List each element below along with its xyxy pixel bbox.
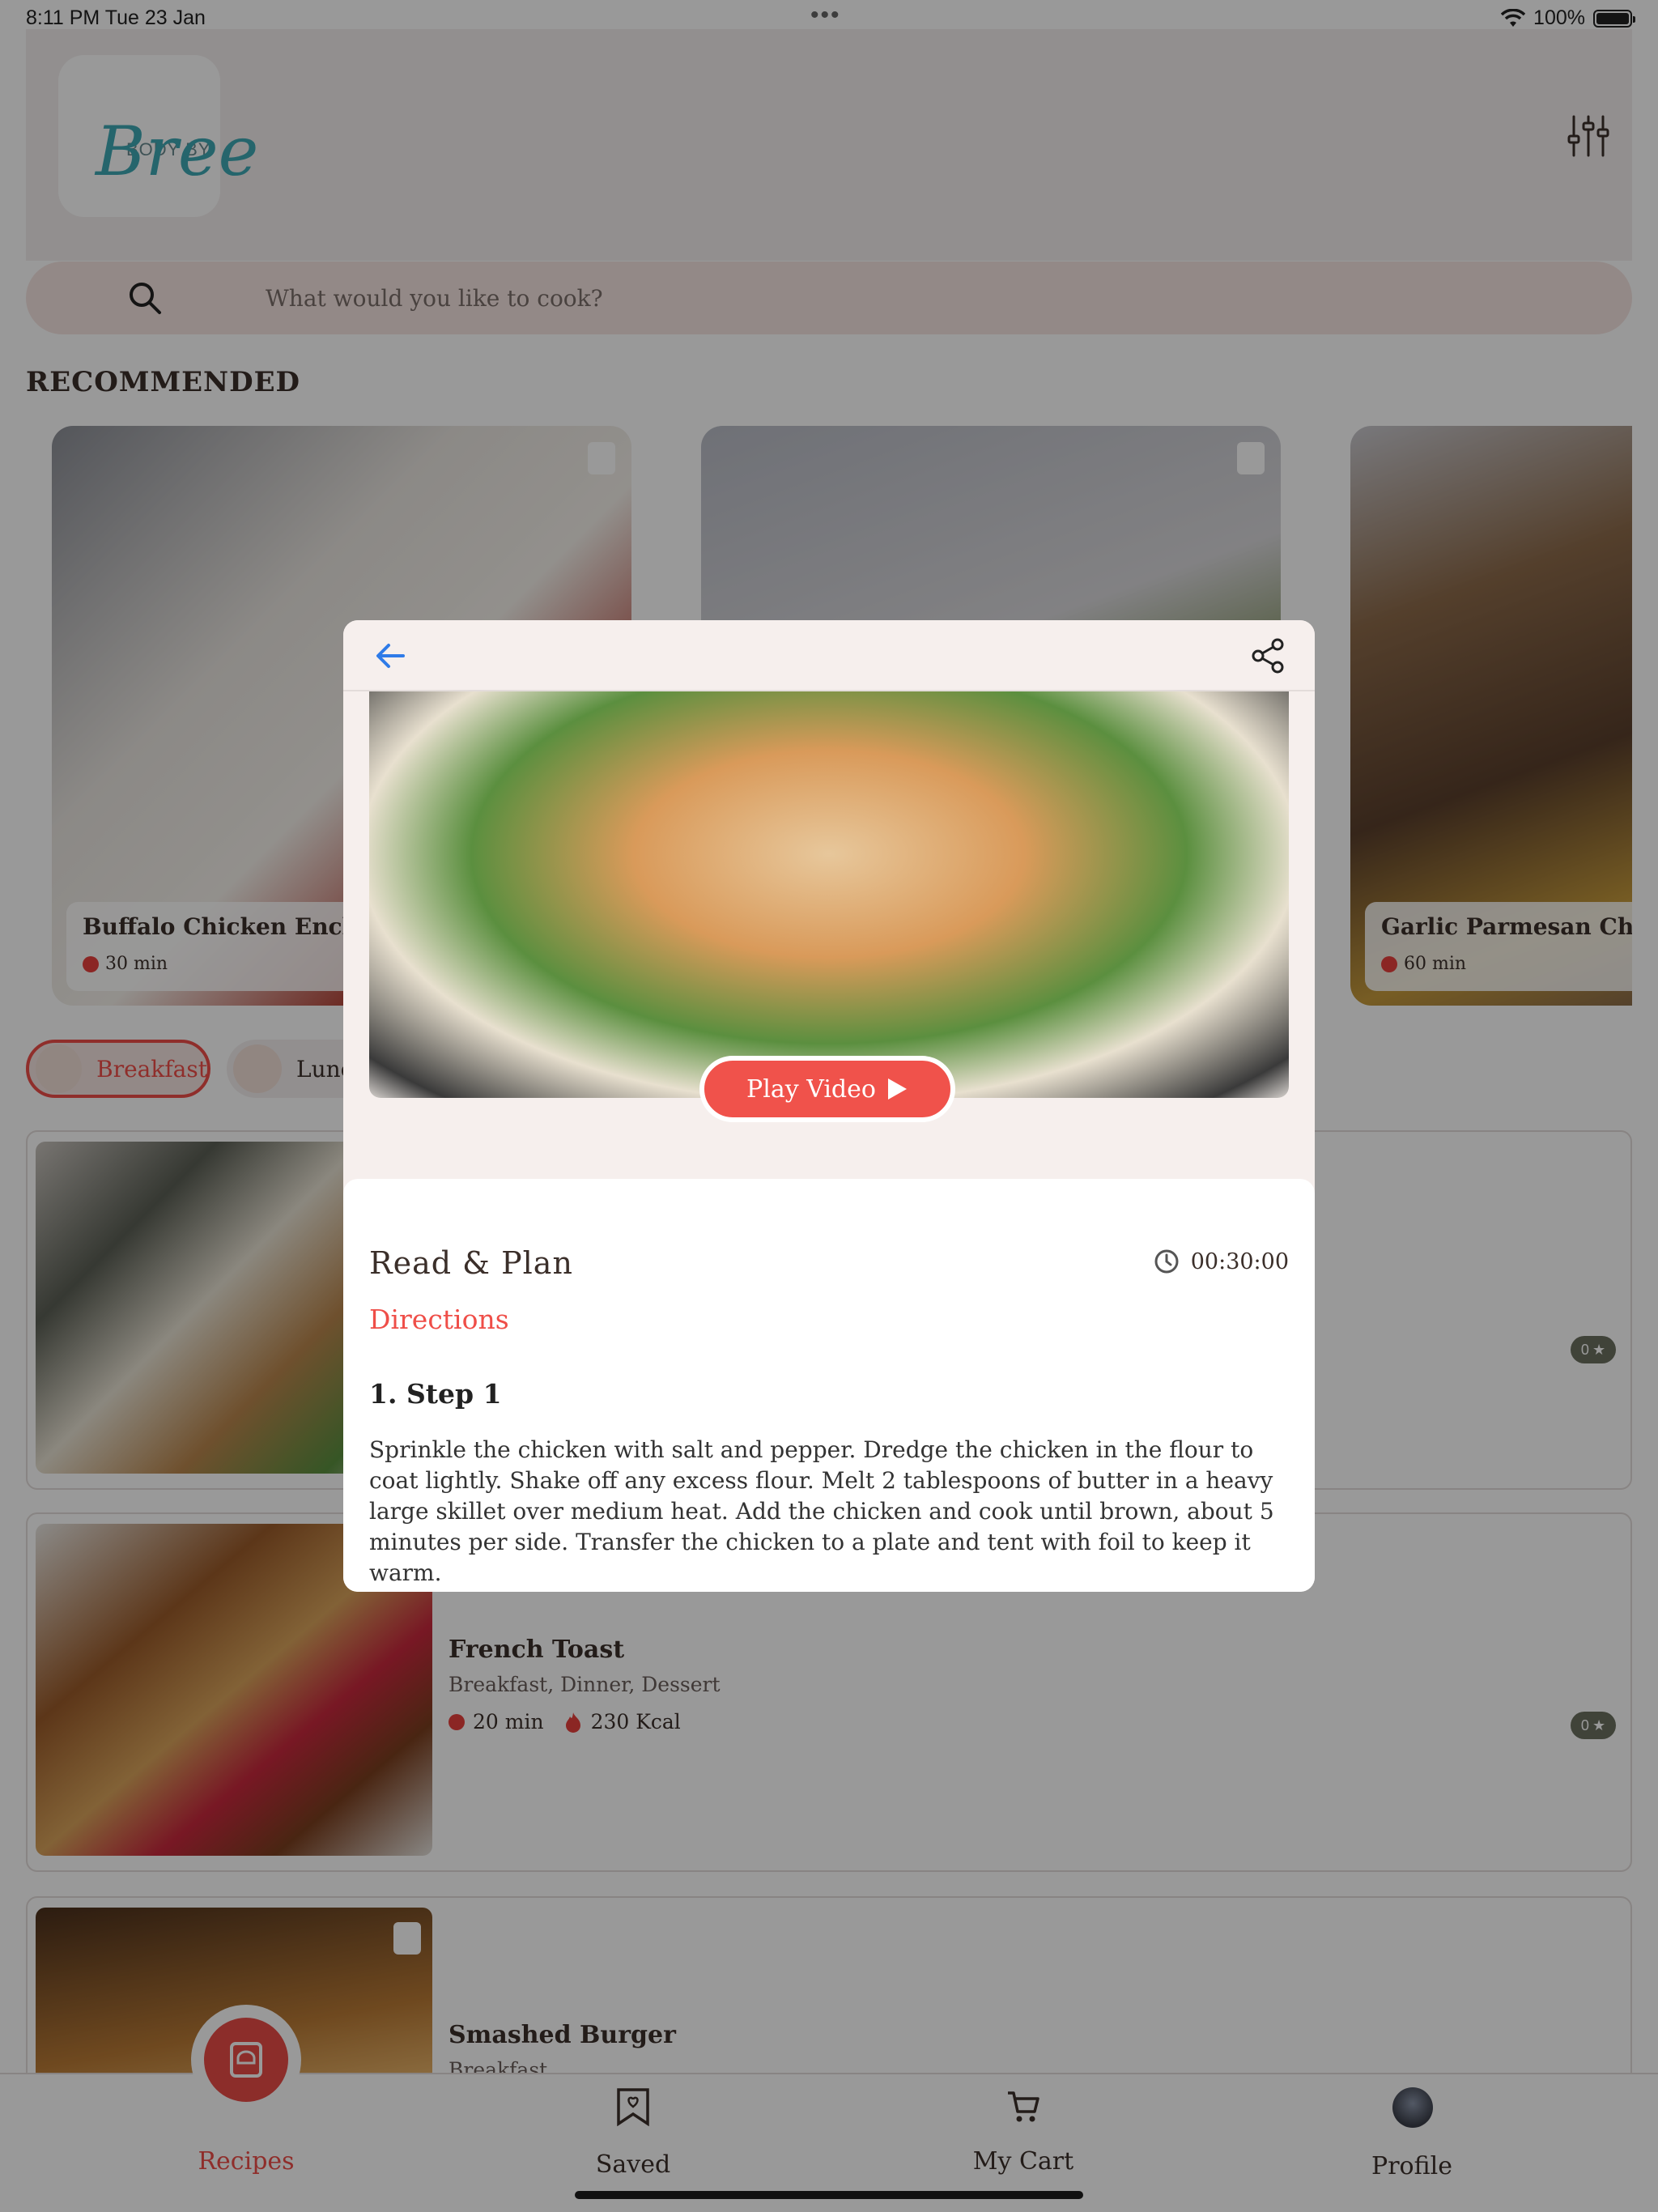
play-icon [887, 1078, 907, 1100]
duration-text: 00:30:00 [1190, 1249, 1289, 1274]
duration: 00:30:00 [1154, 1249, 1289, 1274]
play-video-button[interactable]: Play Video [699, 1056, 955, 1122]
read-plan-title: Read & Plan [369, 1245, 573, 1281]
play-video-label: Play Video [746, 1074, 876, 1104]
step-title: 1. Step 1 [369, 1378, 502, 1410]
modal-header [343, 620, 1315, 691]
recipe-detail-modal: Play Video Read & Plan 00:30:00 Directio… [343, 620, 1315, 1592]
step-text: Sprinkle the chicken with salt and peppe… [369, 1436, 1274, 1586]
modal-body: Read & Plan 00:30:00 Directions 1. Step … [343, 1179, 1315, 1592]
home-indicator[interactable] [575, 2191, 1083, 2199]
recipe-hero-image [369, 691, 1289, 1098]
directions-label: Directions [369, 1304, 509, 1335]
share-icon[interactable] [1248, 636, 1287, 675]
clock-icon [1154, 1249, 1179, 1274]
arrow-left-icon[interactable] [372, 638, 408, 674]
